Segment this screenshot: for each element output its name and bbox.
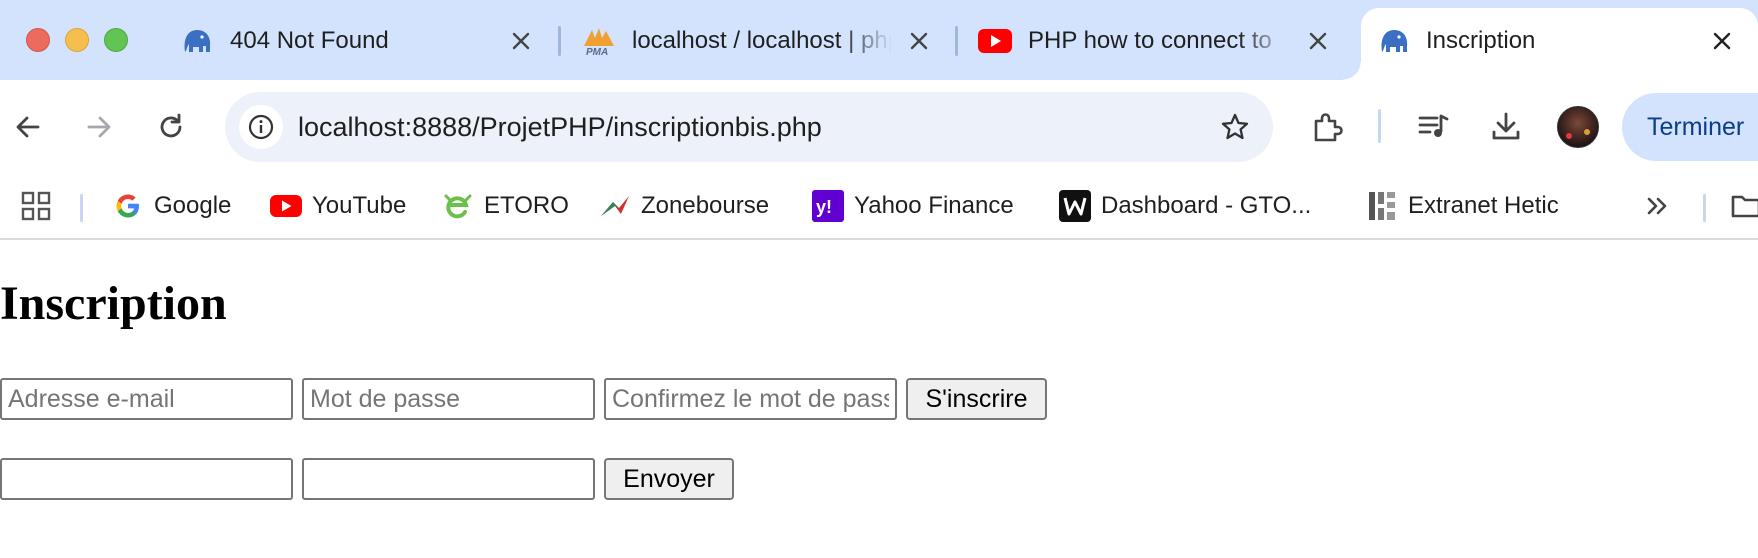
address-bar[interactable]: localhost:8888/ProjetPHP/inscriptionbis.… [225, 92, 1273, 162]
mamp-elephant-icon [1377, 24, 1411, 58]
info-icon [248, 114, 274, 140]
window-zoom-button[interactable] [104, 28, 128, 52]
other-bookmarks-button[interactable] [1730, 186, 1758, 226]
close-icon[interactable] [1707, 26, 1737, 56]
page-title: Inscription [0, 277, 227, 330]
extensions-button[interactable] [1304, 104, 1350, 150]
bookmark-zonebourse[interactable]: Zonebourse [599, 186, 769, 226]
more-bookmarks-button[interactable] [1642, 186, 1674, 226]
bookmark-label: Google [154, 192, 232, 219]
tab-inscription[interactable]: Inscription [1343, 8, 1758, 80]
url-text[interactable]: localhost:8888/ProjetPHP/inscriptionbis.… [298, 92, 822, 162]
bookmark-separator [1703, 194, 1706, 222]
youtube-icon [270, 190, 302, 222]
bookmark-label: Dashboard - GTO... [1101, 192, 1312, 219]
bookmark-youtube[interactable]: YouTube [270, 186, 406, 226]
close-icon[interactable] [506, 26, 536, 56]
confirm-password-field[interactable] [604, 378, 897, 420]
downloads-button[interactable] [1483, 104, 1529, 150]
form-field-2[interactable] [302, 458, 595, 500]
bookmark-google[interactable]: Google [112, 186, 231, 226]
playlist-music-icon [1418, 114, 1449, 137]
window-close-button[interactable] [26, 28, 50, 52]
tab-separator [955, 26, 958, 56]
tab-title: Inscription [1426, 27, 1536, 54]
tab-strip: 404 Not Found PMA localhost / localhost … [0, 0, 1758, 80]
star-icon [1221, 113, 1249, 140]
arrow-left-icon [16, 116, 40, 138]
bookmark-extranet-hetic[interactable]: Extranet Hetic [1366, 186, 1559, 226]
bookmark-label: Extranet Hetic [1408, 192, 1559, 219]
mamp-elephant-icon [180, 24, 214, 58]
reload-button[interactable] [148, 104, 194, 150]
tab-separator [558, 26, 561, 56]
window-minimize-button[interactable] [65, 28, 89, 52]
reload-icon [160, 113, 182, 138]
tab-title: PHP how to connect to [1028, 27, 1272, 54]
bookmark-star-button[interactable] [1213, 105, 1257, 149]
chevron-double-right-icon [1642, 190, 1674, 222]
browser-toolbar: localhost:8888/ProjetPHP/inscriptionbis.… [0, 80, 1758, 174]
close-icon[interactable] [904, 26, 934, 56]
w-logo-icon [1059, 190, 1091, 222]
signup-button[interactable]: S'inscrire [906, 378, 1047, 420]
yahoo-icon: y! [812, 190, 844, 222]
close-icon[interactable] [1303, 26, 1333, 56]
toolbar-divider [1378, 109, 1381, 143]
bookmark-label: Yahoo Finance [854, 192, 1014, 219]
bookmark-label: ETORO [484, 192, 569, 219]
page-content: Inscription S'inscrire Envoyer [0, 242, 1758, 558]
hetic-icon [1366, 190, 1398, 222]
email-field[interactable] [0, 378, 293, 420]
site-info-button[interactable] [239, 105, 283, 149]
apps-button[interactable] [20, 186, 52, 226]
form-field-1[interactable] [0, 458, 293, 500]
bookmark-label: Zonebourse [641, 192, 770, 219]
arrow-right-icon [87, 116, 111, 138]
back-button[interactable] [5, 104, 51, 150]
tab-phpmyadmin[interactable]: PMA localhost / localhost | phpMyAdmin [582, 8, 932, 72]
zonebourse-icon [599, 190, 631, 222]
tab-title: localhost / localhost | phpMyAdmin [632, 27, 892, 54]
profile-status-button[interactable]: Terminer [1622, 93, 1758, 161]
bookmark-etoro[interactable]: ETORO [442, 186, 569, 226]
google-icon [112, 190, 144, 222]
tab-youtube-php[interactable]: PHP how to connect to [978, 8, 1328, 72]
submit-button[interactable]: Envoyer [604, 458, 734, 500]
bookmark-label: YouTube [312, 192, 407, 219]
phpmyadmin-icon: PMA [582, 24, 616, 58]
forward-button[interactable] [76, 104, 122, 150]
youtube-icon [978, 24, 1012, 58]
tab-404-not-found[interactable]: 404 Not Found [180, 8, 550, 72]
bookmark-dashboard-gto[interactable]: Dashboard - GTO... [1059, 186, 1311, 226]
bookmark-separator [80, 194, 83, 222]
folder-icon [1730, 190, 1758, 222]
apps-grid-icon [20, 190, 52, 222]
svg-text:PMA: PMA [586, 47, 608, 56]
puzzle-icon [1314, 113, 1343, 142]
tab-title: 404 Not Found [230, 27, 389, 54]
profile-status-label: Terminer [1647, 113, 1745, 141]
media-controls-button[interactable] [1411, 104, 1457, 150]
etoro-icon [442, 190, 474, 222]
download-icon [1492, 112, 1520, 140]
bookmark-yahoo-finance[interactable]: y! Yahoo Finance [812, 186, 1014, 226]
bookmarks-bar: Google YouTube ETORO Zonebourse y! Yahoo… [0, 174, 1758, 240]
profile-avatar[interactable] [1557, 106, 1599, 148]
svg-text:y!: y! [816, 197, 832, 217]
password-field[interactable] [302, 378, 595, 420]
